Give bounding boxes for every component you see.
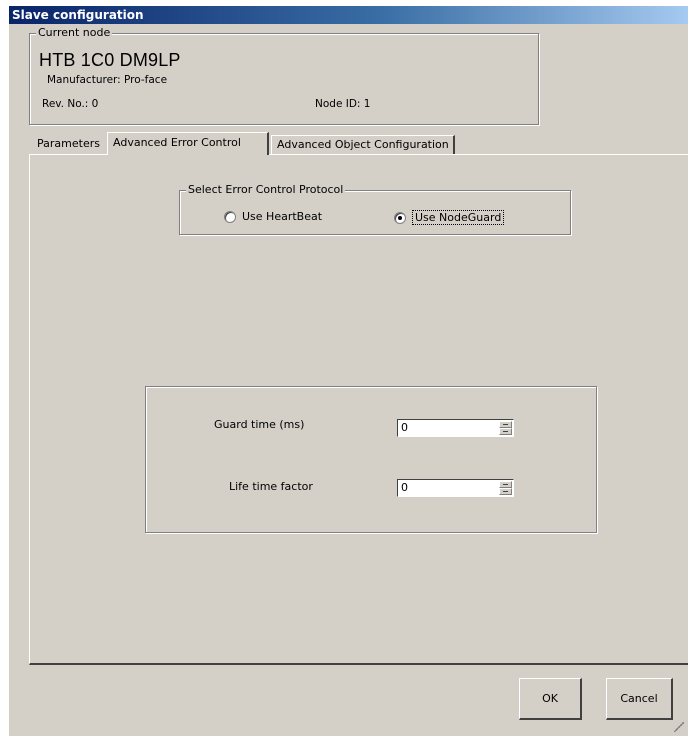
tab-parameters[interactable]: Parameters: [32, 135, 104, 154]
error-control-protocol-group: Select Error Control Protocol Use HeartB…: [179, 183, 571, 235]
life-time-factor-spinbox[interactable]: 0: [397, 479, 514, 497]
current-node-group: Current node HTB 1C0 DM9LP Manufacturer:…: [29, 26, 539, 125]
nodeguard-radio[interactable]: [394, 211, 406, 224]
heartbeat-label: Use HeartBeat: [242, 210, 323, 223]
node-id: Node ID: 1: [315, 98, 371, 110]
life-time-factor-decrement-button[interactable]: [499, 488, 512, 495]
heartbeat-radio[interactable]: [224, 210, 236, 223]
life-time-factor-label: Life time factor: [229, 480, 313, 493]
life-time-factor-value[interactable]: 0: [401, 481, 408, 494]
tab-advanced-object-configuration[interactable]: Advanced Object Configuration: [271, 135, 455, 154]
guard-time-value[interactable]: 0: [401, 421, 408, 434]
heartbeat-option[interactable]: Use HeartBeat: [224, 210, 322, 223]
guard-time-decrement-button[interactable]: [499, 428, 512, 435]
nodeguard-parameters-group: Guard time (ms) 0 Life time factor 0: [145, 386, 597, 533]
tab-bar: Parameters Advanced Error Control Advanc…: [29, 132, 669, 155]
guard-time-spinbox[interactable]: 0: [397, 419, 514, 437]
error-control-protocol-legend: Select Error Control Protocol: [186, 183, 346, 197]
tab-advanced-error-control[interactable]: Advanced Error Control: [107, 132, 269, 155]
node-revision: Rev. No.: 0: [42, 98, 99, 110]
window-title: Slave configuration: [9, 6, 688, 24]
cancel-button[interactable]: Cancel: [606, 678, 673, 720]
node-name: HTB 1C0 DM9LP: [39, 50, 181, 70]
slave-configuration-window: Slave configuration Current node HTB 1C0…: [8, 6, 688, 736]
guard-time-increment-button[interactable]: [499, 421, 512, 428]
ok-button[interactable]: OK: [519, 678, 582, 720]
advanced-error-control-panel: Select Error Control Protocol Use HeartB…: [29, 154, 688, 665]
guard-time-label: Guard time (ms): [214, 418, 305, 431]
life-time-factor-increment-button[interactable]: [499, 481, 512, 488]
current-node-legend: Current node: [36, 26, 113, 40]
resize-grip-icon[interactable]: [674, 722, 684, 732]
life-time-factor-spin-buttons: [499, 481, 512, 495]
node-manufacturer: Manufacturer: Pro-face: [47, 74, 168, 86]
guard-time-spin-buttons: [499, 421, 512, 435]
nodeguard-option[interactable]: Use NodeGuard: [394, 210, 505, 225]
nodeguard-label: Use NodeGuard: [412, 210, 505, 225]
